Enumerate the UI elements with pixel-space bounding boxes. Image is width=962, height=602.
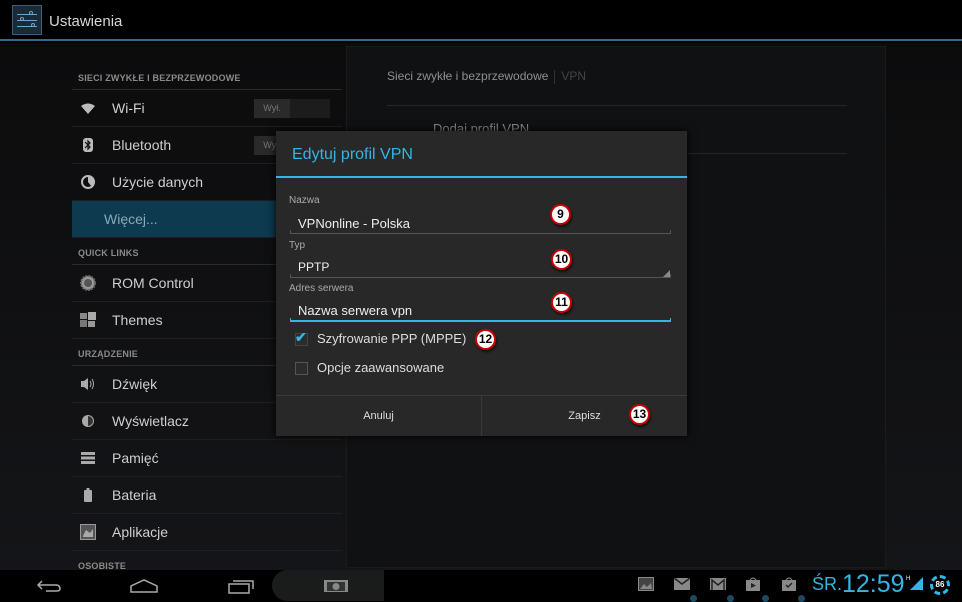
annotation-marker: 9 xyxy=(550,204,571,225)
breadcrumb-current: VPN xyxy=(561,69,587,83)
mppe-checkbox[interactable]: ✔ xyxy=(295,329,308,346)
settings-sliders-icon[interactable] xyxy=(12,5,42,35)
section-header: SIECI ZWYKŁE I BEZPRZEWODOWE xyxy=(72,63,342,90)
display-icon xyxy=(80,413,96,429)
email-icon[interactable] xyxy=(673,577,691,590)
type-underline xyxy=(290,274,671,278)
home-button[interactable] xyxy=(128,575,160,597)
clock-time[interactable]: 12:59 xyxy=(842,570,905,599)
apps-icon xyxy=(80,524,96,540)
toggle-label: Wył. xyxy=(254,99,290,118)
sidebar-item-label: Więcej... xyxy=(104,211,158,227)
camera-screenshot-button[interactable] xyxy=(322,575,350,597)
sidebar-item-label: Bluetooth xyxy=(112,137,172,153)
themes-icon xyxy=(80,312,96,328)
dialog-button-bar: Anuluj Zapisz xyxy=(276,395,687,436)
gmail-icon[interactable] xyxy=(710,577,726,590)
wifi-toggle[interactable]: Wył. xyxy=(254,99,330,118)
sidebar-item-battery[interactable]: Bateria xyxy=(72,477,342,514)
name-underline xyxy=(290,230,671,234)
svg-text:H: H xyxy=(906,576,910,582)
sidebar-item-label: Wyświetlacz xyxy=(112,413,189,429)
battery-level-icon: 86 xyxy=(930,575,950,595)
sidebar-item-label: ROM Control xyxy=(112,275,194,291)
breadcrumb-parent[interactable]: Sieci zwykłe i bezprzewodowe xyxy=(387,69,548,83)
sidebar-item-label: Themes xyxy=(112,312,163,328)
sidebar-item-label: Aplikacje xyxy=(112,524,169,540)
name-input[interactable]: VPNonline - Polska xyxy=(298,216,410,231)
advanced-options-checkbox[interactable] xyxy=(295,362,308,375)
app-title: Ustawienia xyxy=(49,13,123,30)
server-label: Adres serwera xyxy=(289,283,354,294)
storage-icon xyxy=(80,450,96,466)
type-label: Typ xyxy=(289,240,306,251)
rom-control-icon xyxy=(80,275,96,291)
sidebar-item-label: Bateria xyxy=(112,487,157,503)
action-bar: Ustawienia xyxy=(0,0,962,41)
sidebar-item-label: Pamięć xyxy=(112,450,159,466)
annotation-marker: 13 xyxy=(629,404,650,425)
sound-icon xyxy=(80,376,96,392)
type-select[interactable]: PPTP xyxy=(298,260,329,274)
name-label: Nazwa xyxy=(289,195,320,206)
sidebar-item-apps[interactable]: Aplikacje xyxy=(72,514,342,551)
server-underline xyxy=(290,318,671,322)
sidebar-item-label: Wi-Fi xyxy=(112,100,145,116)
breadcrumb: Sieci zwykłe i bezprzewodowe VPN xyxy=(387,69,586,84)
advanced-options-label[interactable]: Opcje zaawansowane xyxy=(317,360,444,375)
sidebar-item-label: Użycie danych xyxy=(112,174,204,190)
recent-apps-button[interactable] xyxy=(227,575,257,597)
battery-icon xyxy=(80,487,96,503)
system-bar: ŚR. 12:59 H 86 xyxy=(0,570,962,602)
bluetooth-icon xyxy=(80,137,96,153)
clock-day: ŚR. xyxy=(812,574,843,594)
edit-vpn-dialog: Edytuj profil VPN Nazwa VPNonline - Pols… xyxy=(276,131,687,436)
store-update-icon[interactable] xyxy=(782,577,798,591)
back-button[interactable] xyxy=(34,575,64,597)
checkmark-icon: ✔ xyxy=(295,329,307,345)
dialog-title: Edytuj profil VPN xyxy=(276,131,687,178)
signal-icon: H xyxy=(906,573,924,596)
sidebar-item-label: Dźwięk xyxy=(112,376,158,392)
server-input[interactable]: Nazwa serwera vpn xyxy=(298,303,412,318)
dropdown-arrow-icon[interactable] xyxy=(663,270,670,277)
breadcrumb-separator xyxy=(554,69,556,84)
play-store-icon[interactable] xyxy=(746,577,762,591)
save-button[interactable]: Zapisz xyxy=(482,396,687,436)
wifi-icon xyxy=(80,100,96,116)
data-usage-icon xyxy=(80,174,96,190)
cancel-button[interactable]: Anuluj xyxy=(276,396,482,436)
sidebar-item-wifi[interactable]: Wi-Fi Wył. xyxy=(72,90,342,127)
annotation-marker: 10 xyxy=(551,249,572,270)
mppe-label[interactable]: Szyfrowanie PPP (MPPE) xyxy=(317,331,466,346)
gallery-icon[interactable] xyxy=(638,577,654,591)
sidebar-item-storage[interactable]: Pamięć xyxy=(72,440,342,477)
annotation-marker: 12 xyxy=(475,329,496,350)
annotation-marker: 11 xyxy=(551,292,572,313)
divider xyxy=(387,105,847,106)
